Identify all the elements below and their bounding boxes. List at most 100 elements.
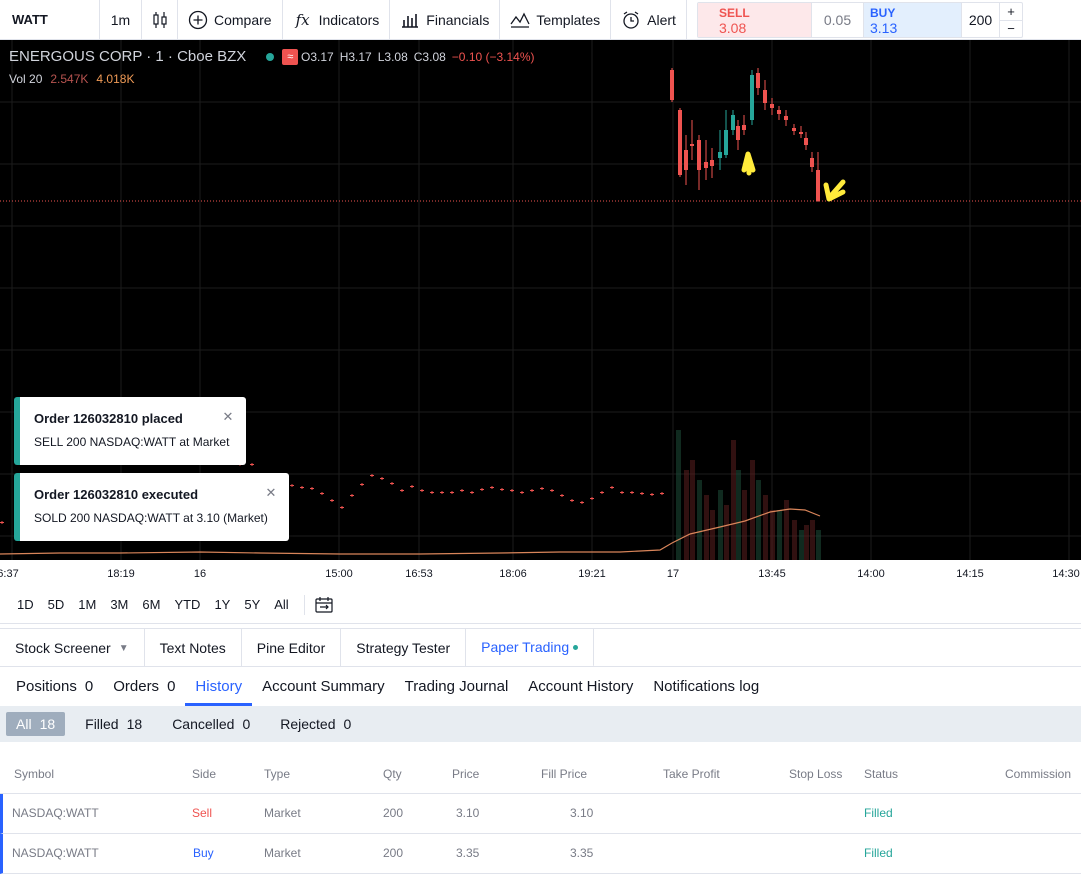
tab-label: Account History <box>528 678 634 695</box>
ohlc-values: O3.17 H3.17 L3.08 C3.08 −0.10 (−3.14%) <box>301 50 535 64</box>
range-5y-button[interactable]: 5Y <box>237 597 267 612</box>
close-icon[interactable]: ✕ <box>263 485 279 501</box>
column-header[interactable]: Stop Loss <box>789 767 842 781</box>
time-tick: 18:06 <box>499 568 527 580</box>
time-tick: 16 <box>193 568 207 580</box>
range-5d-button[interactable]: 5D <box>41 597 72 612</box>
column-header[interactable]: Fill Price <box>541 767 587 781</box>
column-header[interactable]: Qty <box>383 767 402 781</box>
tab-paper-trading[interactable]: Paper Trading <box>466 629 595 667</box>
history-filter-bar: All 18 Filled 18 Cancelled 0 Rejected 0 <box>0 706 1081 742</box>
candle <box>560 495 564 496</box>
trading-sub-tabs: Positions 0 Orders 0 History Account Summa… <box>0 666 1081 706</box>
volume-legend[interactable]: Vol 20 2.547K 4.018K <box>9 72 134 86</box>
tab-account-summary[interactable]: Account Summary <box>252 667 395 706</box>
column-header[interactable]: Symbol <box>14 767 54 781</box>
time-tick: 14:30 <box>1052 568 1080 580</box>
tab-orders[interactable]: Orders 0 <box>103 667 185 706</box>
table-row[interactable]: NASDAQ:WATT Sell Market 200 3.10 3.10 Fi… <box>0 794 1081 834</box>
candle <box>810 158 814 167</box>
filter-filled[interactable]: Filled 18 <box>75 712 152 736</box>
templates-button[interactable]: Templates <box>500 0 612 39</box>
range-1m-button[interactable]: 1M <box>71 597 103 612</box>
volume-bar <box>750 460 755 560</box>
candle <box>350 495 354 496</box>
time-axis[interactable]: 6:37 18:19 16 15:00 16:53 18:06 19:21 17… <box>0 560 1081 586</box>
tab-positions[interactable]: Positions 0 <box>6 667 103 706</box>
symbol-search-button[interactable]: WATT <box>0 0 100 39</box>
time-tick: 13:45 <box>758 568 786 580</box>
table-row[interactable]: NASDAQ:WATT Buy Market 200 3.35 3.35 Fil… <box>0 834 1081 874</box>
range-1d-button[interactable]: 1D <box>10 597 41 612</box>
compare-button[interactable]: Compare <box>178 0 283 39</box>
column-header[interactable]: Status <box>864 767 898 781</box>
interval-label: 1m <box>110 11 131 28</box>
cell-qty: 200 <box>383 806 404 820</box>
candle <box>450 492 454 493</box>
column-header[interactable]: Take Profit <box>663 767 720 781</box>
templates-label: Templates <box>536 11 601 28</box>
toast-body: SELL 200 NASDAQ:WATT at Market <box>34 435 230 449</box>
tab-pine-editor[interactable]: Pine Editor <box>242 629 342 667</box>
range-ytd-button[interactable]: YTD <box>167 597 207 612</box>
chart-style-button[interactable] <box>142 0 178 39</box>
cell-status: Filled <box>864 806 893 820</box>
sell-button[interactable]: SELL 3.08 <box>698 3 812 37</box>
order-placed-toast[interactable]: Order 126032810 placed SELL 200 NASDAQ:W… <box>14 397 246 465</box>
column-header[interactable]: Side <box>192 767 216 781</box>
candle <box>763 90 767 103</box>
filter-count: 0 <box>242 716 251 732</box>
column-header[interactable]: Type <box>264 767 290 781</box>
candle <box>640 493 644 494</box>
order-executed-toast[interactable]: Order 126032810 executed SOLD 200 NASDAQ… <box>14 473 289 541</box>
range-3m-button[interactable]: 3M <box>103 597 135 612</box>
quantity-increase-button[interactable]: + <box>1000 3 1022 20</box>
candle <box>630 492 634 493</box>
alert-button[interactable]: Alert <box>611 0 687 39</box>
chart-legend[interactable]: ENERGOUS CORP · 1 · Cboe BZX ≈ <box>9 48 299 65</box>
tab-history[interactable]: History <box>185 667 252 706</box>
candle <box>724 130 728 155</box>
cell-symbol: NASDAQ:WATT <box>12 846 99 860</box>
volume-bar <box>704 495 709 560</box>
quantity-decrease-button[interactable]: − <box>1000 19 1022 38</box>
indicators-button[interactable]: 𝑓x Indicators <box>283 0 391 39</box>
filter-all[interactable]: All 18 <box>6 712 66 736</box>
alert-label: Alert <box>647 11 676 28</box>
toast-title: Order 126032810 placed <box>34 411 183 426</box>
tab-text-notes[interactable]: Text Notes <box>145 629 242 667</box>
interval-button[interactable]: 1m <box>100 0 142 39</box>
candle <box>600 492 604 493</box>
bottom-panel-tabs: Stock Screener ▼ Text Notes Pine Editor … <box>0 628 1081 667</box>
column-header[interactable]: Commission <box>1005 767 1071 781</box>
go-to-date-icon[interactable] <box>315 596 333 613</box>
close-icon[interactable]: ✕ <box>220 409 236 425</box>
tab-stock-screener[interactable]: Stock Screener ▼ <box>0 629 145 667</box>
range-all-button[interactable]: All <box>267 597 295 612</box>
tab-trading-journal[interactable]: Trading Journal <box>395 667 519 706</box>
financials-button[interactable]: Financials <box>390 0 501 39</box>
annotation-arrow-down <box>823 179 846 202</box>
filter-rejected[interactable]: Rejected 0 <box>270 712 361 736</box>
candle <box>590 498 594 499</box>
candle <box>0 522 4 523</box>
tab-notifications-log[interactable]: Notifications log <box>643 667 769 706</box>
ohlc-open: O3.17 <box>301 50 334 64</box>
connected-status-dot <box>573 644 579 650</box>
tab-strategy-tester[interactable]: Strategy Tester <box>341 629 467 667</box>
buy-button[interactable]: BUY 3.13 <box>864 3 962 37</box>
market-status-dot <box>266 52 275 61</box>
range-6m-button[interactable]: 6M <box>135 597 167 612</box>
divider <box>303 594 305 615</box>
candle <box>690 144 694 146</box>
filter-cancelled[interactable]: Cancelled 0 <box>162 712 260 736</box>
tab-account-history[interactable]: Account History <box>518 667 643 706</box>
volume-bar <box>792 520 797 560</box>
column-header[interactable]: Price <box>452 767 479 781</box>
price-chart[interactable]: ENERGOUS CORP · 1 · Cboe BZX ≈ O3.17 H3.… <box>0 40 1081 560</box>
candle <box>697 140 701 170</box>
ohlc-high: H3.17 <box>339 50 372 64</box>
quantity-input[interactable]: 200 <box>962 3 1000 37</box>
annotation-arrow-up <box>741 151 756 176</box>
range-1y-button[interactable]: 1Y <box>207 597 237 612</box>
